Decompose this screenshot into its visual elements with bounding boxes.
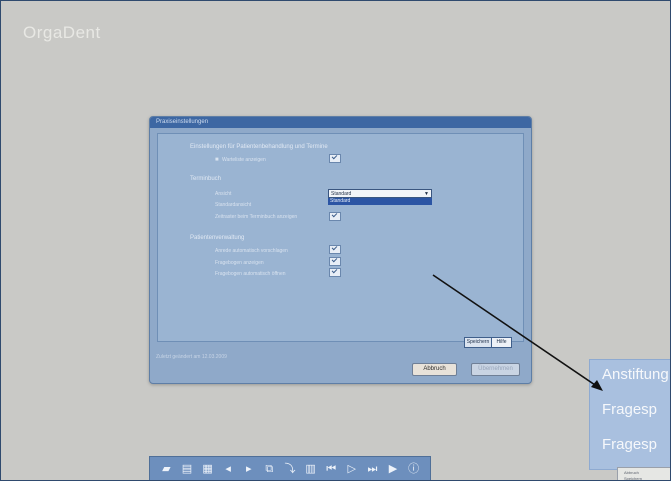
last-icon[interactable]: ⏭ <box>367 463 378 474</box>
end-icon[interactable]: ▶ <box>388 463 399 474</box>
calendar-icon[interactable]: ▥ <box>305 463 316 474</box>
next-icon[interactable]: ▷ <box>346 463 357 474</box>
forward-icon[interactable]: ▸ <box>243 463 254 474</box>
copy-icon[interactable]: ⧉ <box>264 463 275 474</box>
save-icon[interactable]: ▤ <box>181 463 192 474</box>
first-icon[interactable]: ⏮ <box>326 463 337 474</box>
bottom-toolbar: ▰ ▤ ▦ ◂ ▸ ⧉ ⤵ ▥ ⏮ ▷ ⏭ ▶ ⓘ <box>149 456 431 480</box>
new-icon[interactable]: ▰ <box>161 463 172 474</box>
export-icon[interactable]: ⤵ <box>284 463 295 474</box>
info-icon[interactable]: ⓘ <box>408 463 419 474</box>
annotation-arrow <box>432 274 603 391</box>
print-icon[interactable]: ▦ <box>202 463 213 474</box>
back-icon[interactable]: ◂ <box>223 463 234 474</box>
application-screen: OrgaDent Praxiseinstellungen Einstellung… <box>0 0 671 481</box>
